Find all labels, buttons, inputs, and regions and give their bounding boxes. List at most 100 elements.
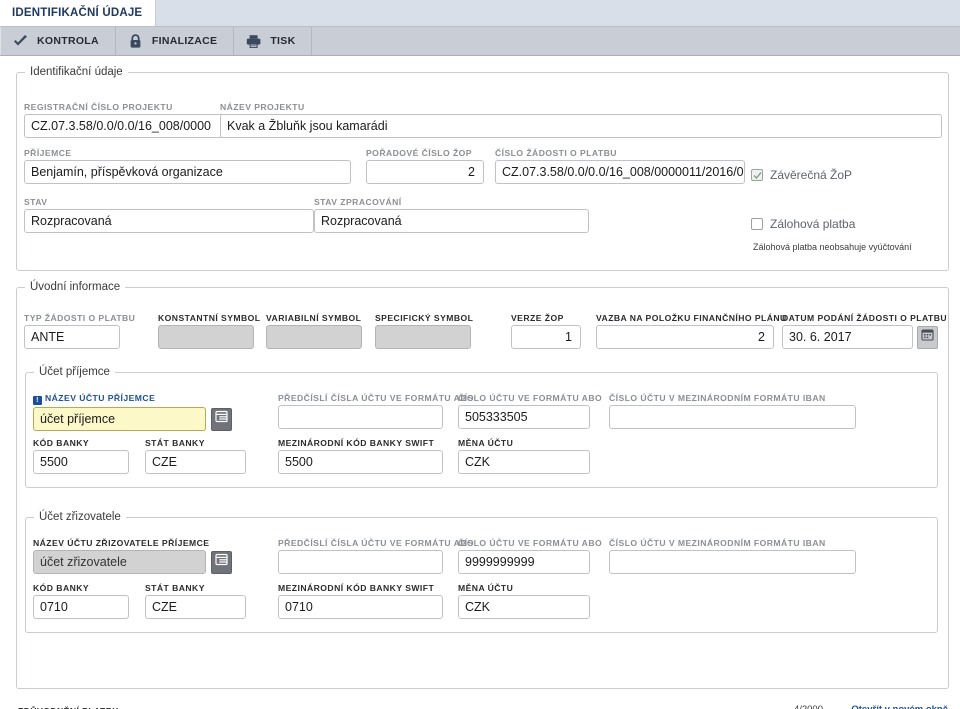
tab-identifikacni-udaje[interactable]: IDENTIFIKAČNÍ ÚDAJE: [0, 0, 157, 26]
stat-banky-prijemce-input[interactable]: CZE: [145, 450, 246, 474]
section-ucet-prijemce: Účet příjemce ! NÁZEV ÚČTU PŘÍJEMCE účet …: [25, 366, 938, 488]
specificky-symbol-input[interactable]: [375, 325, 471, 349]
swift-prijemce-input[interactable]: 5500: [278, 450, 443, 474]
zaverecna-zop-checkbox[interactable]: [751, 169, 763, 181]
list-picker-icon: [215, 410, 228, 428]
stav-zpracovani-label: STAV ZPRACOVÁNÍ: [314, 197, 402, 207]
predcisli-uctu-zrizovatele-input[interactable]: [278, 550, 443, 574]
field-datum-podani: DATUM PODÁNÍ ŽÁDOSTI O PLATBU 30. 6. 201…: [782, 313, 948, 349]
tab-bar: IDENTIFIKAČNÍ ÚDAJE: [0, 0, 960, 27]
section-uvodni-informace: Úvodní informace TYP ŽÁDOSTI O PLATBU AN…: [16, 281, 949, 689]
stav-zpracovani-input[interactable]: Rozpracovaná: [314, 209, 589, 233]
field-swift-zrizovatele: MEZINÁRODNÍ KÓD BANKY SWIFT 0710: [278, 583, 443, 619]
stat-banky-prijemce-label: STÁT BANKY: [145, 438, 205, 448]
field-stav-zpracovani: STAV ZPRACOVÁNÍ Rozpracovaná: [314, 197, 589, 233]
zaverecna-zop-label: Závěrečná ŽoP: [770, 168, 853, 182]
predcisli-uctu-prijemce-label: PŘEDČÍSLÍ ČÍSLA ÚČTU VE FORMÁTU ABO: [278, 393, 475, 403]
calendar-button[interactable]: [917, 325, 938, 349]
open-in-new-window-link[interactable]: Otevřít v novém okně: [851, 704, 948, 709]
field-specificky-symbol: SPECIFICKÝ SYMBOL: [375, 313, 473, 349]
kod-banky-zrizovatele-input[interactable]: 0710: [33, 595, 129, 619]
stat-banky-zrizovatele-label: STÁT BANKY: [145, 583, 205, 593]
nazev-projektu-input[interactable]: Kvak a Žbluňk jsou kamarádi: [220, 114, 942, 138]
nazev-uctu-prijemce-label: ! NÁZEV ÚČTU PŘÍJEMCE: [33, 393, 248, 405]
tisk-label: TISK: [270, 35, 296, 47]
nazev-uctu-prijemce-picker-button[interactable]: [211, 407, 232, 431]
swift-zrizovatele-input[interactable]: 0710: [278, 595, 443, 619]
stav-input[interactable]: Rozpracovaná: [24, 209, 314, 233]
checkbox-zalohova-platba[interactable]: Zálohová platba: [751, 217, 855, 231]
mena-uctu-prijemce-label: MĚNA ÚČTU: [458, 438, 514, 448]
section-identifikacni-udaje-legend: Identifikační údaje: [30, 66, 123, 78]
poradove-cislo-zop-input[interactable]: 2: [366, 160, 484, 184]
predcisli-uctu-zrizovatele-label: PŘEDČÍSLÍ ČÍSLA ÚČTU VE FORMÁTU ABO: [278, 538, 475, 548]
tisk-button[interactable]: TISK: [234, 27, 313, 55]
nazev-uctu-zrizovatele-input[interactable]: účet zřizovatele: [33, 550, 206, 574]
section-identifikacni-udaje: Identifikační údaje REGISTRAČNÍ ČÍSLO PR…: [16, 66, 949, 271]
konstantni-symbol-input[interactable]: [158, 325, 254, 349]
field-stat-banky-zrizovatele: STÁT BANKY CZE: [145, 583, 246, 619]
kod-banky-prijemce-input[interactable]: 5500: [33, 450, 129, 474]
field-cislo-zadosti-o-platbu: ČÍSLO ŽÁDOSTI O PLATBU CZ.07.3.58/0.0/0.…: [495, 148, 745, 184]
toolbar: KONTROLA FINALIZACE TISK: [0, 27, 960, 56]
predcisli-uctu-prijemce-input[interactable]: [278, 405, 443, 429]
field-kod-banky-prijemce: KÓD BANKY 5500: [33, 438, 129, 474]
zalohova-platba-checkbox[interactable]: [751, 218, 763, 230]
nazev-uctu-zrizovatele-picker-button[interactable]: [211, 550, 232, 574]
checkbox-zaverecna-zop[interactable]: Závěrečná ŽoP: [751, 168, 852, 182]
field-cislo-iban-zrizovatele: ČÍSLO ÚČTU V MEZINÁRODNÍM FORMÁTU IBAN: [609, 538, 856, 574]
field-nazev-uctu-zrizovatele: NÁZEV ÚČTU ZŘIZOVATELE PŘÍJEMCE účet zři…: [33, 538, 248, 574]
list-picker-icon: [215, 553, 228, 571]
field-vazba-na-polozku: VAZBA NA POLOŽKU FINANČNÍHO PLÁNU 2: [596, 313, 787, 349]
verze-zop-label: VERZE ŽOP: [511, 313, 564, 323]
finalizace-button[interactable]: FINALIZACE: [116, 27, 235, 55]
nazev-projektu-label: NÁZEV PROJEKTU: [220, 102, 305, 112]
poradove-cislo-zop-label: POŘADOVÉ ČÍSLO ŽOP: [366, 148, 472, 158]
cislo-iban-zrizovatele-input[interactable]: [609, 550, 856, 574]
vazba-na-polozku-label: VAZBA NA POLOŽKU FINANČNÍHO PLÁNU: [596, 313, 787, 323]
field-nazev-projektu: NÁZEV PROJEKTU Kvak a Žbluňk jsou kamará…: [220, 102, 942, 138]
cislo-zadosti-o-platbu-label: ČÍSLO ŽÁDOSTI O PLATBU: [495, 148, 617, 158]
cislo-abo-prijemce-label: ČÍSLO ÚČTU VE FORMÁTU ABO: [458, 393, 603, 403]
section-ucet-zrizovatele: Účet zřizovatele NÁZEV ÚČTU ZŘIZOVATELE …: [25, 511, 938, 633]
prijemce-input[interactable]: Benjamín, příspěvková organizace: [24, 160, 351, 184]
datum-podani-input[interactable]: 30. 6. 2017: [782, 325, 913, 349]
mena-uctu-zrizovatele-input[interactable]: CZK: [458, 595, 590, 619]
tab-label: IDENTIFIKAČNÍ ÚDAJE: [12, 6, 143, 19]
variabilni-symbol-input[interactable]: [266, 325, 362, 349]
cislo-iban-prijemce-label: ČÍSLO ÚČTU V MEZINÁRODNÍM FORMÁTU IBAN: [609, 393, 826, 403]
field-stav: STAV Rozpracovaná: [24, 197, 314, 233]
field-swift-prijemce: MEZINÁRODNÍ KÓD BANKY SWIFT 5500: [278, 438, 443, 474]
verze-zop-input[interactable]: 1: [511, 325, 581, 349]
field-cislo-abo-prijemce: ČÍSLO ÚČTU VE FORMÁTU ABO 505333505: [458, 393, 603, 429]
swift-prijemce-label: MEZINÁRODNÍ KÓD BANKY SWIFT: [278, 438, 435, 448]
form-page: Identifikační údaje REGISTRAČNÍ ČÍSLO PR…: [0, 56, 960, 709]
field-typ-zadosti-o-platbu: TYP ŽÁDOSTI O PLATBU ANTE: [24, 313, 136, 349]
kontrola-label: KONTROLA: [37, 35, 99, 47]
kod-banky-prijemce-label: KÓD BANKY: [33, 438, 90, 448]
field-mena-uctu-prijemce: MĚNA ÚČTU CZK: [458, 438, 590, 474]
kontrola-button[interactable]: KONTROLA: [0, 27, 116, 55]
konstantni-symbol-label: KONSTANTNÍ SYMBOL: [158, 313, 261, 323]
mena-uctu-prijemce-input[interactable]: CZK: [458, 450, 590, 474]
field-variabilni-symbol: VARIABILNÍ SYMBOL: [266, 313, 362, 349]
nazev-uctu-prijemce-input[interactable]: účet příjemce: [33, 407, 206, 431]
cislo-abo-zrizovatele-input[interactable]: 9999999999: [458, 550, 590, 574]
typ-zadosti-o-platbu-label: TYP ŽÁDOSTI O PLATBU: [24, 313, 136, 323]
vazba-na-polozku-input[interactable]: 2: [596, 325, 774, 349]
stav-label: STAV: [24, 197, 48, 207]
cislo-iban-zrizovatele-label: ČÍSLO ÚČTU V MEZINÁRODNÍM FORMÁTU IBAN: [609, 538, 826, 548]
typ-zadosti-o-platbu-input[interactable]: ANTE: [24, 325, 120, 349]
printer-icon: [245, 33, 262, 50]
cislo-zadosti-o-platbu-input[interactable]: CZ.07.3.58/0.0/0.0/16_008/0000011/2016/0…: [495, 160, 745, 184]
prijemce-label: PŘÍJEMCE: [24, 148, 72, 158]
kod-banky-zrizovatele-label: KÓD BANKY: [33, 583, 90, 593]
field-stat-banky-prijemce: STÁT BANKY CZE: [145, 438, 246, 474]
datum-podani-label: DATUM PODÁNÍ ŽÁDOSTI O PLATBU: [782, 313, 948, 323]
cislo-iban-prijemce-input[interactable]: [609, 405, 856, 429]
stat-banky-zrizovatele-input[interactable]: CZE: [145, 595, 246, 619]
field-poradove-cislo-zop: POŘADOVÉ ČÍSLO ŽOP 2: [366, 148, 484, 184]
mena-uctu-zrizovatele-label: MĚNA ÚČTU: [458, 583, 514, 593]
cislo-abo-prijemce-input[interactable]: 505333505: [458, 405, 590, 429]
section-ucet-zrizovatele-legend: Účet zřizovatele: [39, 511, 121, 523]
